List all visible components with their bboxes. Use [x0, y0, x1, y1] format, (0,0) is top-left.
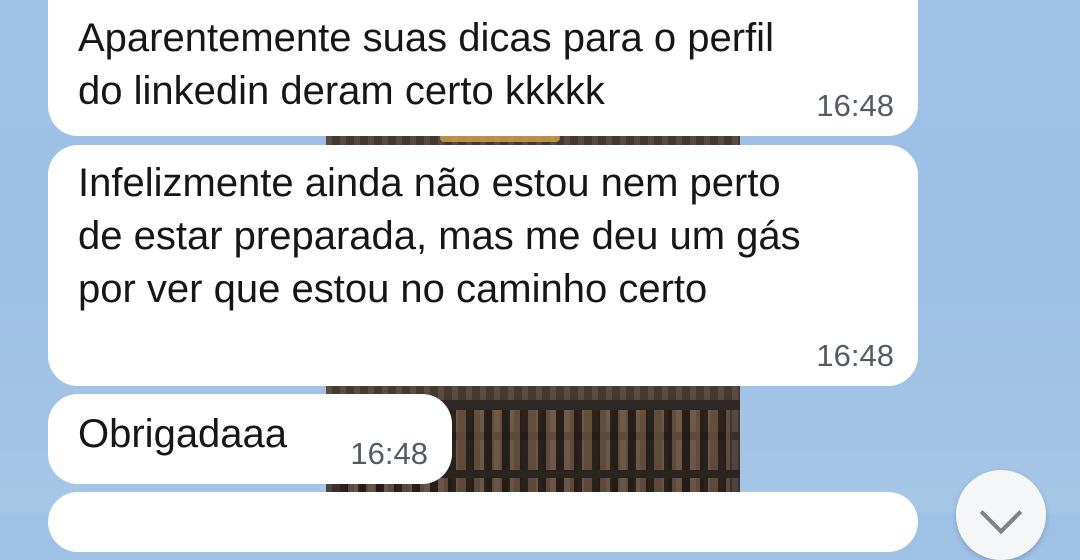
message-text: Obrigadaaa — [78, 412, 288, 456]
chevron-down-icon — [979, 491, 1023, 535]
message-timestamp: 16:48 — [350, 436, 428, 471]
message-bubble[interactable]: Obrigadaaa 16:48 — [48, 394, 452, 484]
message-text: Aparentemente suas dicas para o perfil d… — [78, 16, 774, 113]
message-text: Infelizmente ainda não estou nem perto d… — [78, 161, 801, 311]
message-bubble[interactable]: Infelizmente ainda não estou nem perto d… — [48, 145, 918, 386]
message-bubble-partial[interactable] — [48, 492, 918, 552]
scroll-down-button[interactable] — [956, 470, 1046, 560]
message-timestamp: 16:48 — [816, 338, 894, 373]
message-bubble[interactable]: Aparentemente suas dicas para o perfil d… — [48, 0, 918, 136]
message-timestamp: 16:48 — [816, 88, 894, 123]
